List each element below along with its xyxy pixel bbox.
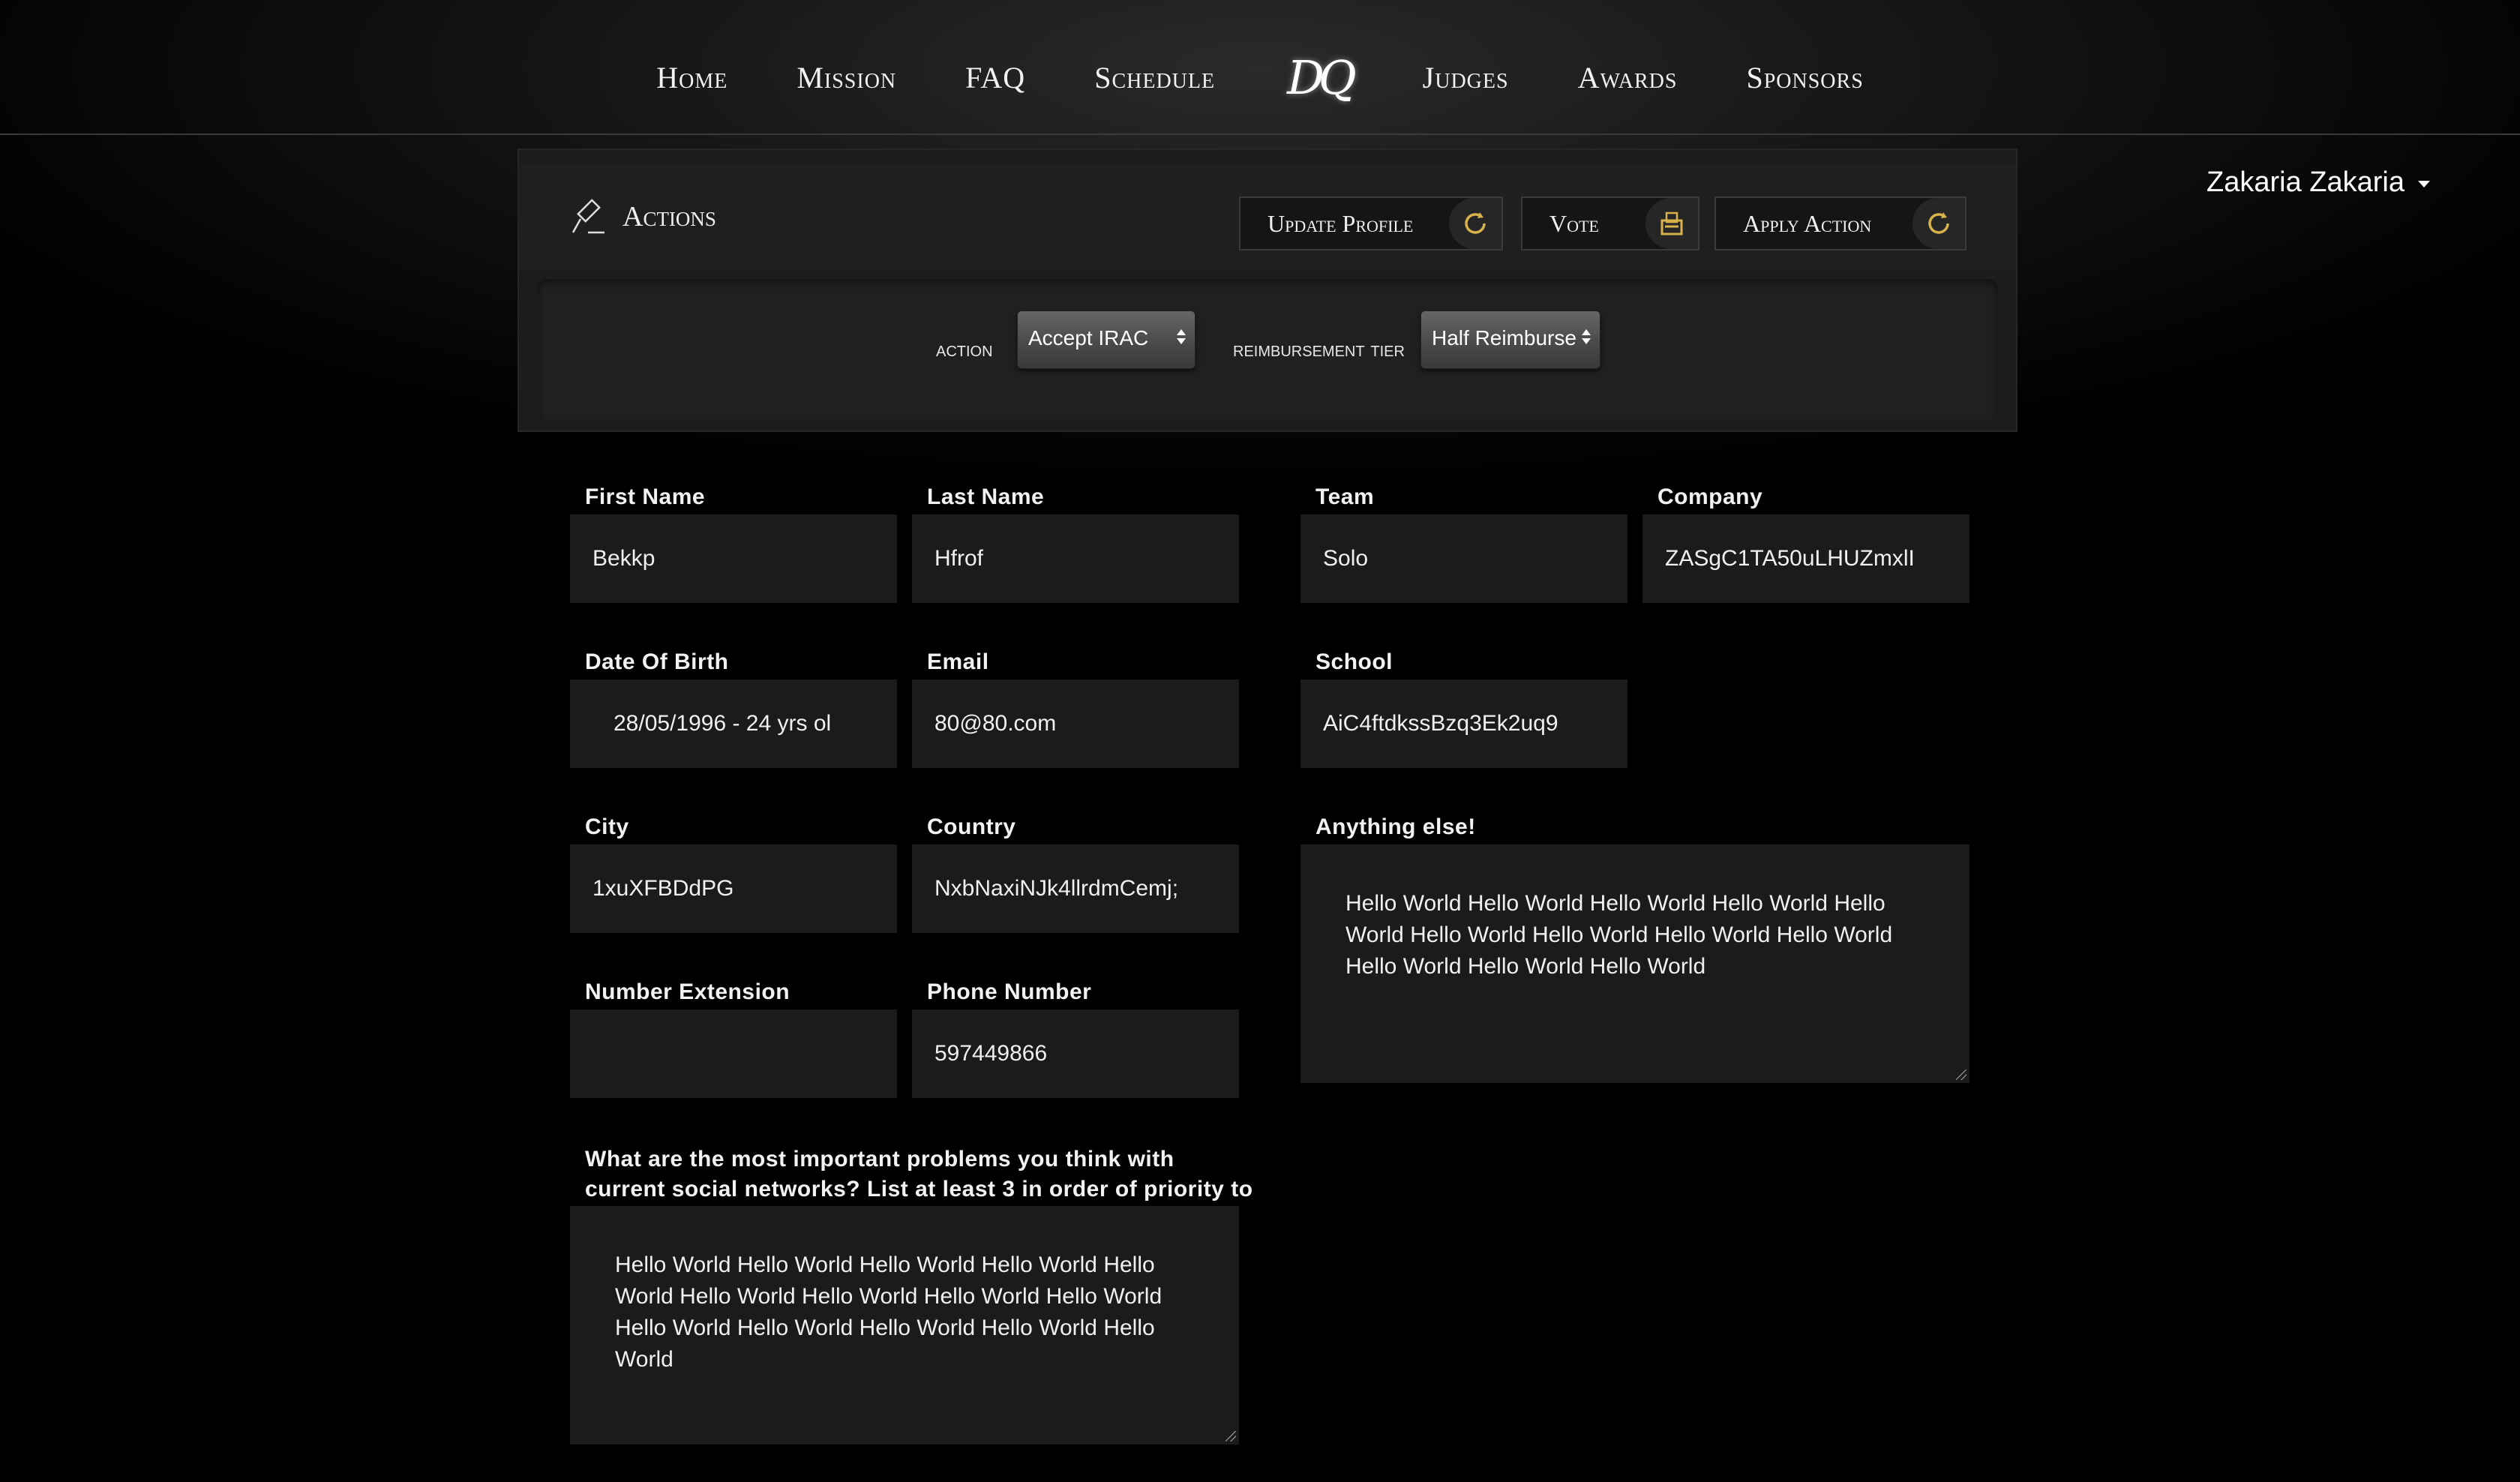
action-label: action: [936, 338, 993, 361]
problems-text: Hello World Hello World Hello World Hell…: [615, 1252, 1162, 1372]
nav-sponsors[interactable]: Sponsors: [1746, 60, 1863, 95]
first-name-label: First Name: [585, 484, 706, 509]
vote-label: Vote: [1550, 209, 1599, 237]
refresh-icon: [1449, 198, 1502, 249]
apply-action-button[interactable]: Apply Action: [1714, 196, 1966, 250]
reimbursement-tier-label: reimbursement tier: [1233, 338, 1405, 361]
update-profile-label: Update Profile: [1268, 209, 1414, 237]
nav-faq[interactable]: FAQ: [965, 60, 1025, 95]
reimbursement-tier-select[interactable]: Half Reimburse: [1420, 310, 1600, 369]
actions-title-text: Actions: [622, 201, 716, 232]
gavel-icon: [572, 199, 604, 234]
user-name: Zakaria Zakaria: [2206, 166, 2404, 198]
team-field[interactable]: Solo: [1300, 514, 1628, 603]
nav-schedule[interactable]: Schedule: [1094, 60, 1215, 95]
nav-judges[interactable]: Judges: [1423, 60, 1509, 95]
reimbursement-tier-value: Half Reimburse: [1432, 326, 1576, 350]
select-arrows-icon: [1582, 329, 1591, 344]
actions-title: Actions: [570, 198, 716, 236]
problems-textarea[interactable]: Hello World Hello World Hello World Hell…: [570, 1206, 1239, 1444]
top-navigation: Home Mission FAQ Schedule DQ Judges Awar…: [0, 21, 2520, 135]
select-arrows-icon: [1177, 329, 1186, 344]
refresh-icon: [1912, 198, 1965, 249]
first-name-field[interactable]: Bekkp: [570, 514, 897, 603]
email-label: Email: [927, 650, 989, 674]
vote-button[interactable]: Vote: [1521, 196, 1700, 250]
city-label: City: [585, 814, 629, 839]
phone-number-field[interactable]: 597449866: [912, 1010, 1239, 1098]
date-of-birth-label: Date Of Birth: [585, 650, 729, 674]
country-field[interactable]: NxbNaxiNJk4llrdmCemj;: [912, 844, 1239, 933]
company-field[interactable]: ZASgC1TA50uLHUZmxlI: [1642, 514, 1970, 603]
nav-mission[interactable]: Mission: [796, 60, 896, 95]
caret-down-icon: [2418, 181, 2430, 188]
action-select-value: Accept IRAC: [1028, 326, 1149, 350]
resize-handle-icon[interactable]: [1226, 1431, 1236, 1442]
anything-else-label: Anything else!: [1316, 814, 1476, 839]
apply-action-label: Apply Action: [1743, 209, 1872, 237]
phone-number-label: Phone Number: [927, 980, 1092, 1004]
resize-handle-icon[interactable]: [1956, 1070, 1966, 1080]
email-field[interactable]: 80@80.com: [912, 680, 1239, 768]
team-label: Team: [1316, 484, 1375, 509]
date-of-birth-field[interactable]: 28/05/1996 - 24 yrs ol: [570, 680, 897, 768]
dq-logo[interactable]: DQ: [1287, 50, 1357, 105]
action-select[interactable]: Accept IRAC: [1017, 310, 1196, 369]
update-profile-button[interactable]: Update Profile: [1239, 196, 1503, 250]
actions-panel: Actions Update Profile Vote Apply Action…: [518, 148, 2018, 432]
anything-else-textarea[interactable]: Hello World Hello World Hello World Hell…: [1300, 844, 1970, 1083]
ballot-box-icon: [1646, 198, 1698, 249]
last-name-label: Last Name: [927, 484, 1045, 509]
anything-else-text: Hello World Hello World Hello World Hell…: [1346, 891, 1893, 979]
school-field[interactable]: AiC4ftdkssBzq3Ek2uq9: [1300, 680, 1628, 768]
user-menu[interactable]: Zakaria Zakaria: [2206, 166, 2430, 199]
number-extension-field[interactable]: [570, 1010, 897, 1098]
nav-home[interactable]: Home: [656, 60, 728, 95]
school-label: School: [1316, 650, 1394, 674]
number-extension-label: Number Extension: [585, 980, 790, 1004]
company-label: Company: [1658, 484, 1763, 509]
last-name-field[interactable]: Hfrof: [912, 514, 1239, 603]
country-label: Country: [927, 814, 1016, 839]
nav-awards[interactable]: Awards: [1578, 60, 1678, 95]
city-field[interactable]: 1xuXFBDdPG: [570, 844, 897, 933]
